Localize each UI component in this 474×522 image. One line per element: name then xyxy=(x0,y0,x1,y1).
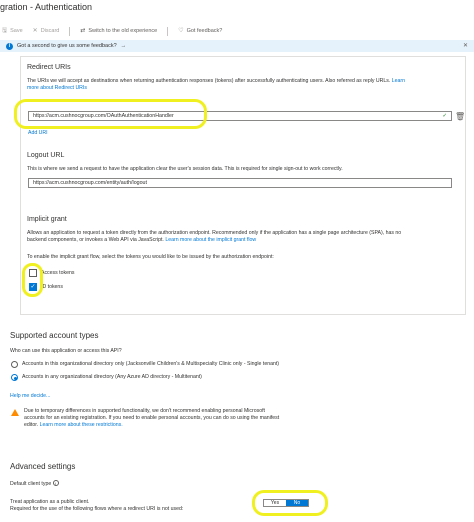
logout-url-heading: Logout URL xyxy=(27,152,65,159)
multitenant-label: Accounts in any organizational directory… xyxy=(22,374,202,380)
learn-more-redirect-link[interactable]: Learn xyxy=(392,78,405,84)
banner-text: Got a second to give us some feedback? xyxy=(17,43,117,49)
advanced-settings-heading: Advanced settings xyxy=(10,462,76,471)
multitenant-radio[interactable]: Accounts in any organizational directory… xyxy=(11,374,202,381)
highlight-annotation xyxy=(14,99,207,129)
heart-icon: ♡ xyxy=(178,28,184,34)
highlight-annotation xyxy=(252,490,328,516)
save-icon: 🖫 xyxy=(2,28,8,34)
switch-icon: ⇄ xyxy=(80,28,86,34)
logout-url-value: https://acm.cushnocgroup.com/entity/auth… xyxy=(33,180,147,186)
highlight-annotation xyxy=(22,263,43,297)
implicit-desc-line2: backend components, or invokes a Web API… xyxy=(27,237,164,243)
id-tokens-label: ID tokens xyxy=(41,283,63,290)
switch-label: Switch to the old experience xyxy=(88,28,158,34)
warning-message: Due to temporary differences in supporte… xyxy=(24,408,464,429)
add-uri-link[interactable]: Add URI xyxy=(28,130,48,137)
save-button[interactable]: 🖫 Save xyxy=(2,28,23,34)
feedback-label: Got feedback? xyxy=(186,28,223,34)
implicit-grant-desc: Allows an application to request a token… xyxy=(27,230,463,244)
discard-button[interactable]: ✕ Discard xyxy=(33,28,60,34)
warning-icon xyxy=(11,409,19,416)
save-label: Save xyxy=(10,28,23,34)
learn-more-implicit-link[interactable]: Learn more about the implicit grant flow xyxy=(165,237,256,243)
logout-url-input[interactable]: https://acm.cushnocgroup.com/entity/auth… xyxy=(28,178,452,188)
warning-line1: Due to temporary differences in supporte… xyxy=(24,408,265,414)
info-icon: i xyxy=(6,42,13,50)
redirect-uris-heading: Redirect URIs xyxy=(27,64,71,71)
supported-accounts-question: Who can use this application or access t… xyxy=(10,348,122,354)
close-icon[interactable]: ✕ xyxy=(463,42,468,49)
implicit-prompt: To enable the implicit grant flow, selec… xyxy=(27,254,274,260)
default-client-type-label: Default client type i xyxy=(10,480,59,488)
toolbar-divider xyxy=(167,26,169,36)
redirect-uris-desc: The URIs we will accept as destinations … xyxy=(27,78,457,92)
warning-line3: editor. xyxy=(24,422,39,428)
access-tokens-label: Access tokens xyxy=(41,269,75,276)
command-bar: 🖫 Save ✕ Discard ⇄ Switch to the old exp… xyxy=(0,24,474,38)
switch-experience-button[interactable]: ⇄ Switch to the old experience xyxy=(80,28,157,34)
check-icon: ✓ xyxy=(442,113,447,119)
client-type-text: Default client type xyxy=(10,481,52,487)
implicit-desc-line1: Allows an application to request a token… xyxy=(27,230,402,236)
discard-label: Discard xyxy=(40,28,60,34)
public-client-required-note: Required for the use of the following fl… xyxy=(10,506,184,512)
single-tenant-label: Accounts in this organizational director… xyxy=(22,361,280,367)
implicit-grant-heading: Implicit grant xyxy=(27,216,67,223)
public-client-label: Treat application as a public client. xyxy=(10,499,90,505)
learn-more-restrictions-link[interactable]: Learn more about these restrictions. xyxy=(40,422,123,428)
feedback-button[interactable]: ♡ Got feedback? xyxy=(178,28,222,34)
trash-icon[interactable]: 🗑 xyxy=(455,112,465,121)
single-tenant-radio-button[interactable] xyxy=(11,361,18,368)
multitenant-radio-button[interactable] xyxy=(11,374,18,381)
single-tenant-radio[interactable]: Accounts in this organizational director… xyxy=(11,361,279,368)
redirect-desc-text: The URIs we will accept as destinations … xyxy=(27,78,391,84)
page-title: gration - Authentication xyxy=(0,2,93,12)
toolbar-divider xyxy=(69,26,71,36)
arrow-right-icon: → xyxy=(120,43,127,49)
logout-url-desc: This is where we send a request to have … xyxy=(27,166,343,172)
feedback-banner[interactable]: i Got a second to give us some feedback?… xyxy=(0,40,474,52)
supported-accounts-heading: Supported account types xyxy=(10,331,99,340)
learn-more-redirect-link-tail[interactable]: more about Redirect URIs xyxy=(27,85,87,91)
close-icon: ✕ xyxy=(32,28,38,34)
info-icon[interactable]: i xyxy=(52,480,59,486)
warning-line2: accounts for an existing registration. I… xyxy=(24,415,280,421)
help-me-decide-link[interactable]: Help me decide... xyxy=(10,393,50,400)
